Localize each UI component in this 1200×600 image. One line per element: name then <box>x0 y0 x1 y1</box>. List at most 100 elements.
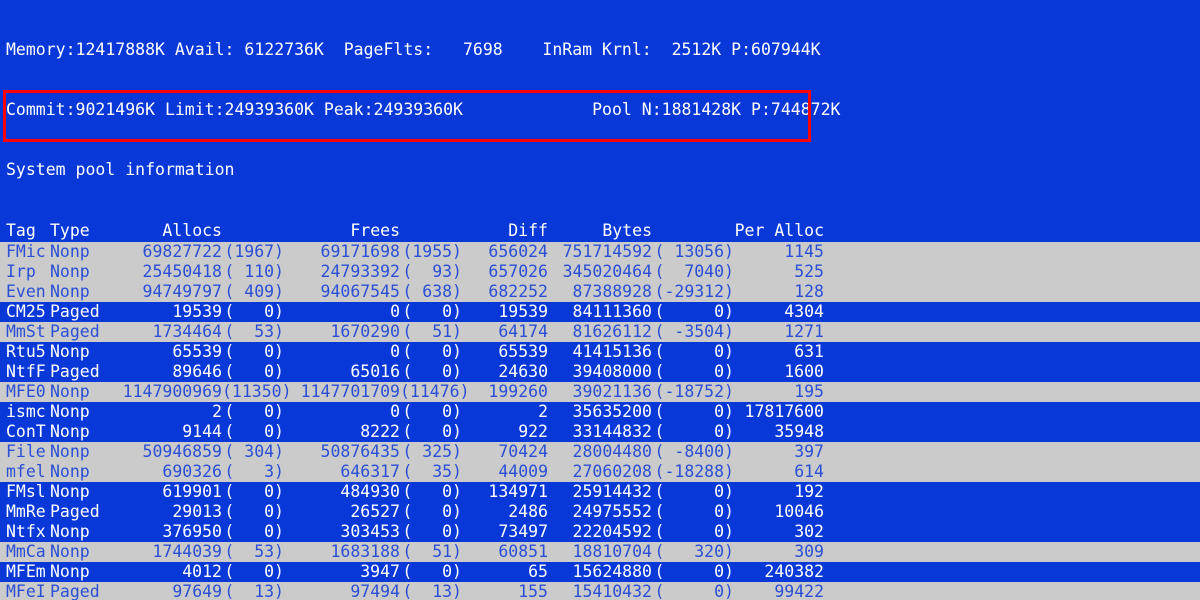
bytes-total: 27060208 <box>572 462 652 481</box>
frees-delta: ( 0) <box>402 502 462 521</box>
diff-count: 155 <box>518 582 548 600</box>
bytes-total: 28004480 <box>572 442 652 461</box>
pool-type: Nonp <box>50 262 90 281</box>
allocs-delta: ( 3) <box>224 462 284 481</box>
table-row[interactable]: ismc Nonp 2( 0) 0( 0) 2 35635200( 0) 17817600 <box>0 402 1200 422</box>
table-row[interactable]: File Nonp 50946859( 304) 50876435( 325) 7042… <box>0 442 1200 462</box>
allocs-delta: (11350) <box>222 382 292 401</box>
pool-type: Paged <box>50 582 100 600</box>
frees-delta: ( 0) <box>402 482 462 501</box>
column-header-tag[interactable]: Tag <box>6 220 50 242</box>
bytes-delta: ( 0) <box>654 422 734 441</box>
bytes-total: 25914432 <box>572 482 652 501</box>
pool-tag: mfel <box>6 462 46 481</box>
frees-count: 1670290 <box>330 322 400 341</box>
bytes-total: 41415136 <box>572 342 652 361</box>
bytes-delta: ( 0) <box>654 362 734 381</box>
pool-table-body: FMic Nonp 69827722 (1967) 69171698 (1955) 6560… <box>0 242 1200 600</box>
pool-type: Nonp <box>50 242 90 261</box>
table-row[interactable]: FMic Nonp 69827722 (1967) 69171698 (1955) 6560… <box>0 242 1200 262</box>
table-row[interactable]: mfel Nonp 690326( 3) 646317( 35) 44009 270602… <box>0 462 1200 482</box>
allocs-delta: ( 13) <box>224 582 284 600</box>
section-title: System pool information <box>6 160 235 179</box>
allocs-delta: ( 0) <box>224 522 284 541</box>
pool-tag: MmCa <box>6 542 46 561</box>
table-row[interactable]: MmCa Nonp 1744039( 53) 1683188( 51) 60851 188… <box>0 542 1200 562</box>
diff-count: 2 <box>538 402 548 421</box>
bytes-delta: ( 320) <box>654 542 734 561</box>
pool-type: Paged <box>50 302 100 321</box>
table-row[interactable]: MFeI Paged 97649( 13) 97494( 13) 155 15410432… <box>0 582 1200 600</box>
diff-count: 65539 <box>498 342 548 361</box>
diff-count: 19539 <box>498 302 548 321</box>
pool-tag: ConT <box>6 422 46 441</box>
pool-type: Nonp <box>50 462 90 481</box>
frees-count: 0 <box>390 342 400 361</box>
allocs-count: 97649 <box>172 582 222 600</box>
frees-count: 97494 <box>350 582 400 600</box>
allocs-delta: ( 0) <box>224 342 284 361</box>
per-alloc-value: 1600 <box>784 362 824 381</box>
table-column-header-row: Tag Type Allocs Frees Diff Bytes Per Alloc <box>0 220 1200 242</box>
diff-count: 60851 <box>498 542 548 561</box>
diff-count: 44009 <box>498 462 548 481</box>
table-row[interactable]: NtfF Paged 89646( 0) 65016( 0) 24630 39408000… <box>0 362 1200 382</box>
table-row[interactable]: CM25 Paged 19539( 0) 0( 0) 19539 84111360( 0)… <box>0 302 1200 322</box>
table-row[interactable]: Even Nonp 94749797( 409) 94067545( 638) 6822… <box>0 282 1200 302</box>
frees-delta: ( 51) <box>402 542 462 561</box>
frees-count: 484930 <box>340 482 400 501</box>
column-header-type[interactable]: Type <box>50 220 112 242</box>
allocs-count: 94749797 <box>142 282 222 301</box>
pool-type: Nonp <box>50 282 90 301</box>
bytes-total: 87388928 <box>572 282 652 301</box>
pool-tag: ismc <box>6 402 46 421</box>
allocs-delta: ( 0) <box>224 402 284 421</box>
frees-delta: ( 0) <box>402 362 462 381</box>
pool-type: Nonp <box>50 542 90 561</box>
per-alloc-value: 240382 <box>764 562 824 581</box>
allocs-count: 4012 <box>182 562 222 581</box>
allocs-count: 1734464 <box>152 322 222 341</box>
frees-delta: (1955) <box>402 242 462 261</box>
bytes-delta: (-18288) <box>654 462 734 481</box>
frees-delta: (11476) <box>400 382 470 401</box>
table-row[interactable]: MmRe Paged 29013( 0) 26527( 0) 2486 24975552(… <box>0 502 1200 522</box>
bytes-delta: ( -8400) <box>654 442 734 461</box>
pool-type: Nonp <box>50 382 90 401</box>
allocs-count: 89646 <box>172 362 222 381</box>
column-header-frees[interactable]: Frees <box>284 220 400 242</box>
table-row[interactable]: MmSt Paged 1734464( 53) 1670290( 51) 64174 81… <box>0 322 1200 342</box>
diff-count: 73497 <box>498 522 548 541</box>
bytes-delta: (-18752) <box>654 382 734 401</box>
column-header-allocs[interactable]: Allocs <box>112 220 222 242</box>
column-header-diff[interactable]: Diff <box>462 220 548 242</box>
table-row[interactable]: MFE0 Nonp 1147900969(11350) 1147701709(1147… <box>0 382 1200 402</box>
allocs-delta: ( 110) <box>224 262 284 281</box>
table-row[interactable]: MFEm Nonp 4012( 0) 3947( 0) 65 15624880( 0) 24… <box>0 562 1200 582</box>
pool-tag: FMic <box>6 242 46 261</box>
per-alloc-value: 128 <box>794 282 824 301</box>
allocs-delta: ( 409) <box>224 282 284 301</box>
per-alloc-value: 17817600 <box>744 402 824 421</box>
pool-tag: MmRe <box>6 502 46 521</box>
table-row[interactable]: FMsl Nonp 619901( 0) 484930( 0) 134971 259144… <box>0 482 1200 502</box>
table-row[interactable]: Rtu5 Nonp 65539( 0) 0( 0) 65539 41415136( 0) 6… <box>0 342 1200 362</box>
diff-count: 134971 <box>488 482 548 501</box>
pool-tag: MmSt <box>6 322 46 341</box>
table-row[interactable]: ConT Nonp 9144( 0) 8222( 0) 922 33144832( 0) 3… <box>0 422 1200 442</box>
bytes-total: 35635200 <box>572 402 652 421</box>
per-alloc-value: 10046 <box>774 502 824 521</box>
pool-tag: MFEm <box>6 562 46 581</box>
bytes-total: 24975552 <box>572 502 652 521</box>
allocs-count: 2 <box>212 402 222 421</box>
table-row[interactable]: Irp Nonp 25450418( 110) 24793392( 93) 657026… <box>0 262 1200 282</box>
bytes-total: 84111360 <box>572 302 652 321</box>
bytes-delta: ( 0) <box>654 302 734 321</box>
bytes-total: 15410432 <box>572 582 652 600</box>
pool-type: Paged <box>50 322 100 341</box>
column-header-per-alloc[interactable]: Per Alloc <box>734 220 824 242</box>
bytes-total: 15624880 <box>572 562 652 581</box>
table-row[interactable]: Ntfx Nonp 376950( 0) 303453( 0) 73497 2220459… <box>0 522 1200 542</box>
column-header-bytes[interactable]: Bytes <box>548 220 652 242</box>
bytes-delta: ( 0) <box>654 482 734 501</box>
